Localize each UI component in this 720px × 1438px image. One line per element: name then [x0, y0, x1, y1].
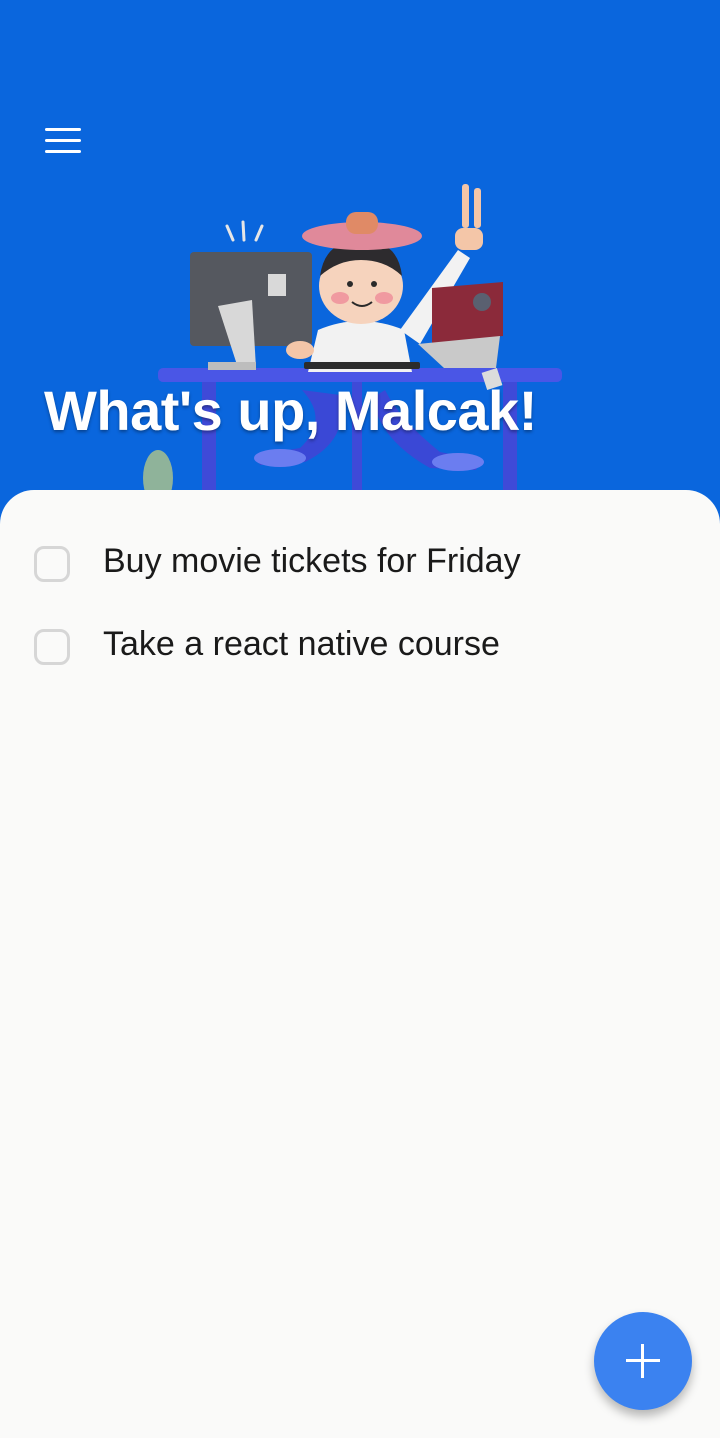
task-sheet: Buy movie tickets for Friday Take a reac… [0, 490, 720, 1438]
task-label[interactable]: Buy movie tickets for Friday [103, 542, 521, 581]
task-list: Buy movie tickets for Friday Take a reac… [0, 526, 720, 692]
task-checkbox[interactable] [34, 629, 70, 665]
task-item[interactable]: Take a react native course [0, 609, 720, 692]
header: What's up, Malcak! [0, 0, 720, 520]
sparkle-icon [225, 220, 264, 242]
menu-button[interactable] [36, 118, 90, 164]
task-label[interactable]: Take a react native course [103, 625, 500, 664]
todo-app: What's up, Malcak! Buy movie tickets for… [0, 0, 720, 1438]
greeting-title: What's up, Malcak! [44, 379, 537, 442]
task-checkbox[interactable] [34, 546, 70, 582]
task-item[interactable]: Buy movie tickets for Friday [0, 526, 720, 609]
hamburger-menu-icon [45, 128, 81, 131]
add-task-button[interactable] [594, 1312, 692, 1410]
